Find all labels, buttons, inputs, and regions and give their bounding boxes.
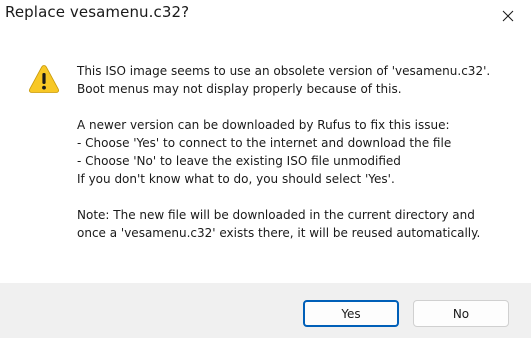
message-line: A newer version can be downloaded by Ruf…	[77, 118, 450, 132]
yes-button[interactable]: Yes	[303, 300, 399, 327]
button-bar: Yes No	[0, 283, 531, 338]
message-line: Note: The new file will be downloaded in…	[77, 208, 475, 222]
message-line: - Choose 'Yes' to connect to the interne…	[77, 136, 452, 150]
message-body: This ISO image seems to use an obsolete …	[77, 62, 522, 242]
message-paragraph-note: Note: The new file will be downloaded in…	[77, 206, 522, 242]
warning-icon	[28, 63, 60, 95]
message-paragraph-options: A newer version can be downloaded by Ruf…	[77, 116, 522, 188]
window-title: Replace vesamenu.c32?	[5, 3, 190, 21]
message-line: once a 'vesamenu.c32' exists there, it w…	[77, 226, 481, 240]
message-line: If you don't know what to do, you should…	[77, 172, 395, 186]
message-line: Boot menus may not display properly beca…	[77, 82, 402, 96]
replace-file-dialog: Replace vesamenu.c32? This ISO image see…	[0, 0, 531, 338]
title-bar[interactable]: Replace vesamenu.c32?	[0, 0, 531, 31]
no-button[interactable]: No	[413, 300, 509, 327]
close-icon	[502, 10, 514, 22]
message-paragraph-warning: This ISO image seems to use an obsolete …	[77, 62, 522, 98]
message-line: - Choose 'No' to leave the existing ISO …	[77, 154, 401, 168]
dialog-content: This ISO image seems to use an obsolete …	[0, 31, 531, 283]
message-line: This ISO image seems to use an obsolete …	[77, 64, 491, 78]
close-button[interactable]	[485, 0, 531, 31]
